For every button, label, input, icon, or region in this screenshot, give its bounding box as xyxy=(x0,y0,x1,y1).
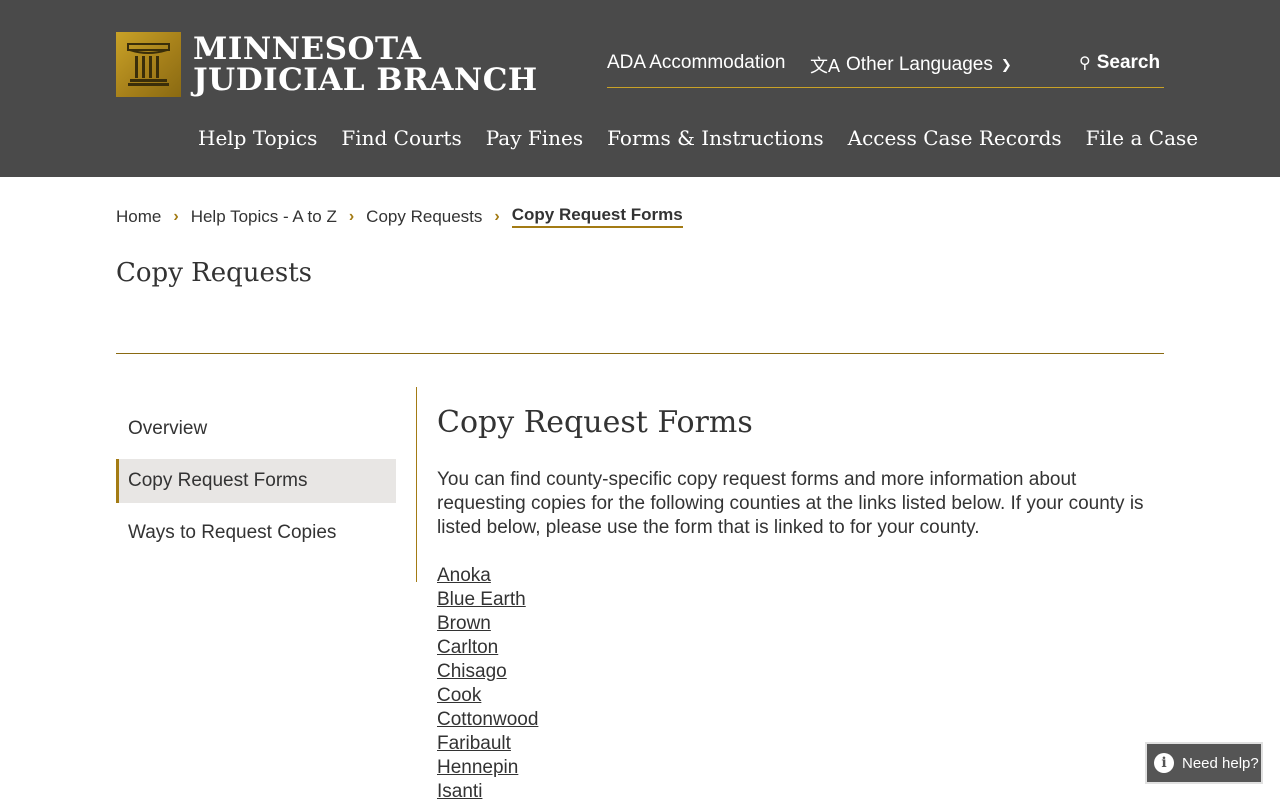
translate-icon: 文A xyxy=(810,56,841,76)
county-link-chisago[interactable]: Chisago xyxy=(437,661,507,682)
search-icon: ⚲ xyxy=(1079,55,1091,72)
county-link-anoka[interactable]: Anoka xyxy=(437,565,491,586)
breadcrumb: Home › Help Topics - A to Z › Copy Reque… xyxy=(116,205,683,228)
county-link-brown[interactable]: Brown xyxy=(437,613,491,634)
county-link-isanti[interactable]: Isanti xyxy=(437,781,482,800)
county-link-faribault[interactable]: Faribault xyxy=(437,733,511,754)
breadcrumb-current: Copy Request Forms xyxy=(511,205,683,228)
section-divider xyxy=(116,353,1164,354)
breadcrumb-copy-requests[interactable]: Copy Requests xyxy=(366,207,482,227)
logo-line-2: JUDICIAL BRANCH xyxy=(193,61,538,98)
list-item: Cook xyxy=(437,684,1164,708)
chevron-right-icon: › xyxy=(494,207,500,225)
search-button[interactable]: ⚲ Search xyxy=(1079,52,1160,74)
nav-pay-fines[interactable]: Pay Fines xyxy=(486,126,583,150)
sidebar-item-overview[interactable]: Overview xyxy=(116,407,396,451)
sidebar-item-copy-request-forms[interactable]: Copy Request Forms xyxy=(116,459,396,503)
sidebar-nav: Overview Copy Request Forms Ways to Requ… xyxy=(116,407,396,563)
other-languages-label: Other Languages xyxy=(846,54,993,75)
site-logo[interactable]: MINNESOTA JUDICIAL BRANCH xyxy=(116,32,538,97)
page-title: Copy Requests xyxy=(116,258,313,288)
list-item: Isanti xyxy=(437,780,1164,800)
list-item: Faribault xyxy=(437,732,1164,756)
logo-wordmark: MINNESOTA JUDICIAL BRANCH xyxy=(193,30,538,98)
breadcrumb-home[interactable]: Home xyxy=(116,207,161,227)
other-languages-dropdown[interactable]: 文A Other Languages ❯ xyxy=(810,52,1012,78)
need-help-label: Need help? xyxy=(1182,754,1259,772)
breadcrumb-help-topics[interactable]: Help Topics - A to Z xyxy=(191,207,337,227)
list-item: Hennepin xyxy=(437,756,1164,780)
list-item: Cottonwood xyxy=(437,708,1164,732)
list-item: Blue Earth xyxy=(437,588,1164,612)
nav-find-courts[interactable]: Find Courts xyxy=(341,126,461,150)
list-item: Carlton xyxy=(437,636,1164,660)
list-item: Chisago xyxy=(437,660,1164,684)
list-item: Anoka xyxy=(437,564,1164,588)
county-link-carlton[interactable]: Carlton xyxy=(437,637,498,658)
county-list: Anoka Blue Earth Brown Carlton Chisago C… xyxy=(437,564,1164,800)
county-link-cook[interactable]: Cook xyxy=(437,685,481,706)
pillar-logo-icon xyxy=(116,32,181,97)
need-help-button[interactable]: i Need help? xyxy=(1145,742,1263,784)
nav-file-a-case[interactable]: File a Case xyxy=(1086,126,1198,150)
main-content: Copy Request Forms You can find county-s… xyxy=(437,405,1164,800)
sidebar-item-ways-to-request-copies[interactable]: Ways to Request Copies xyxy=(116,511,396,555)
nav-help-topics[interactable]: Help Topics xyxy=(198,126,317,150)
ada-accommodation-link[interactable]: ADA Accommodation xyxy=(607,52,785,74)
logo-line-1: MINNESOTA xyxy=(193,30,422,67)
county-link-hennepin[interactable]: Hennepin xyxy=(437,757,518,778)
county-link-cottonwood[interactable]: Cottonwood xyxy=(437,709,538,730)
nav-access-case-records[interactable]: Access Case Records xyxy=(848,126,1062,150)
search-label: Search xyxy=(1096,52,1161,73)
chevron-right-icon: › xyxy=(348,207,355,225)
site-header: MINNESOTA JUDICIAL BRANCH ADA Accommodat… xyxy=(0,0,1280,177)
info-icon: i xyxy=(1154,753,1174,773)
nav-forms-instructions[interactable]: Forms & Instructions xyxy=(607,126,823,150)
list-item: Brown xyxy=(437,612,1164,636)
content-heading: Copy Request Forms xyxy=(437,405,753,440)
chevron-down-icon: ❯ xyxy=(1000,57,1012,72)
main-nav: Help Topics Find Courts Pay Fines Forms … xyxy=(198,126,1222,150)
intro-paragraph: You can find county-specific copy reques… xyxy=(437,469,1144,538)
chevron-right-icon: › xyxy=(173,207,179,225)
utility-bar: ADA Accommodation 文A Other Languages ❯ ⚲… xyxy=(607,50,1164,88)
sidebar-divider xyxy=(416,387,417,582)
county-link-blue-earth[interactable]: Blue Earth xyxy=(437,589,526,610)
